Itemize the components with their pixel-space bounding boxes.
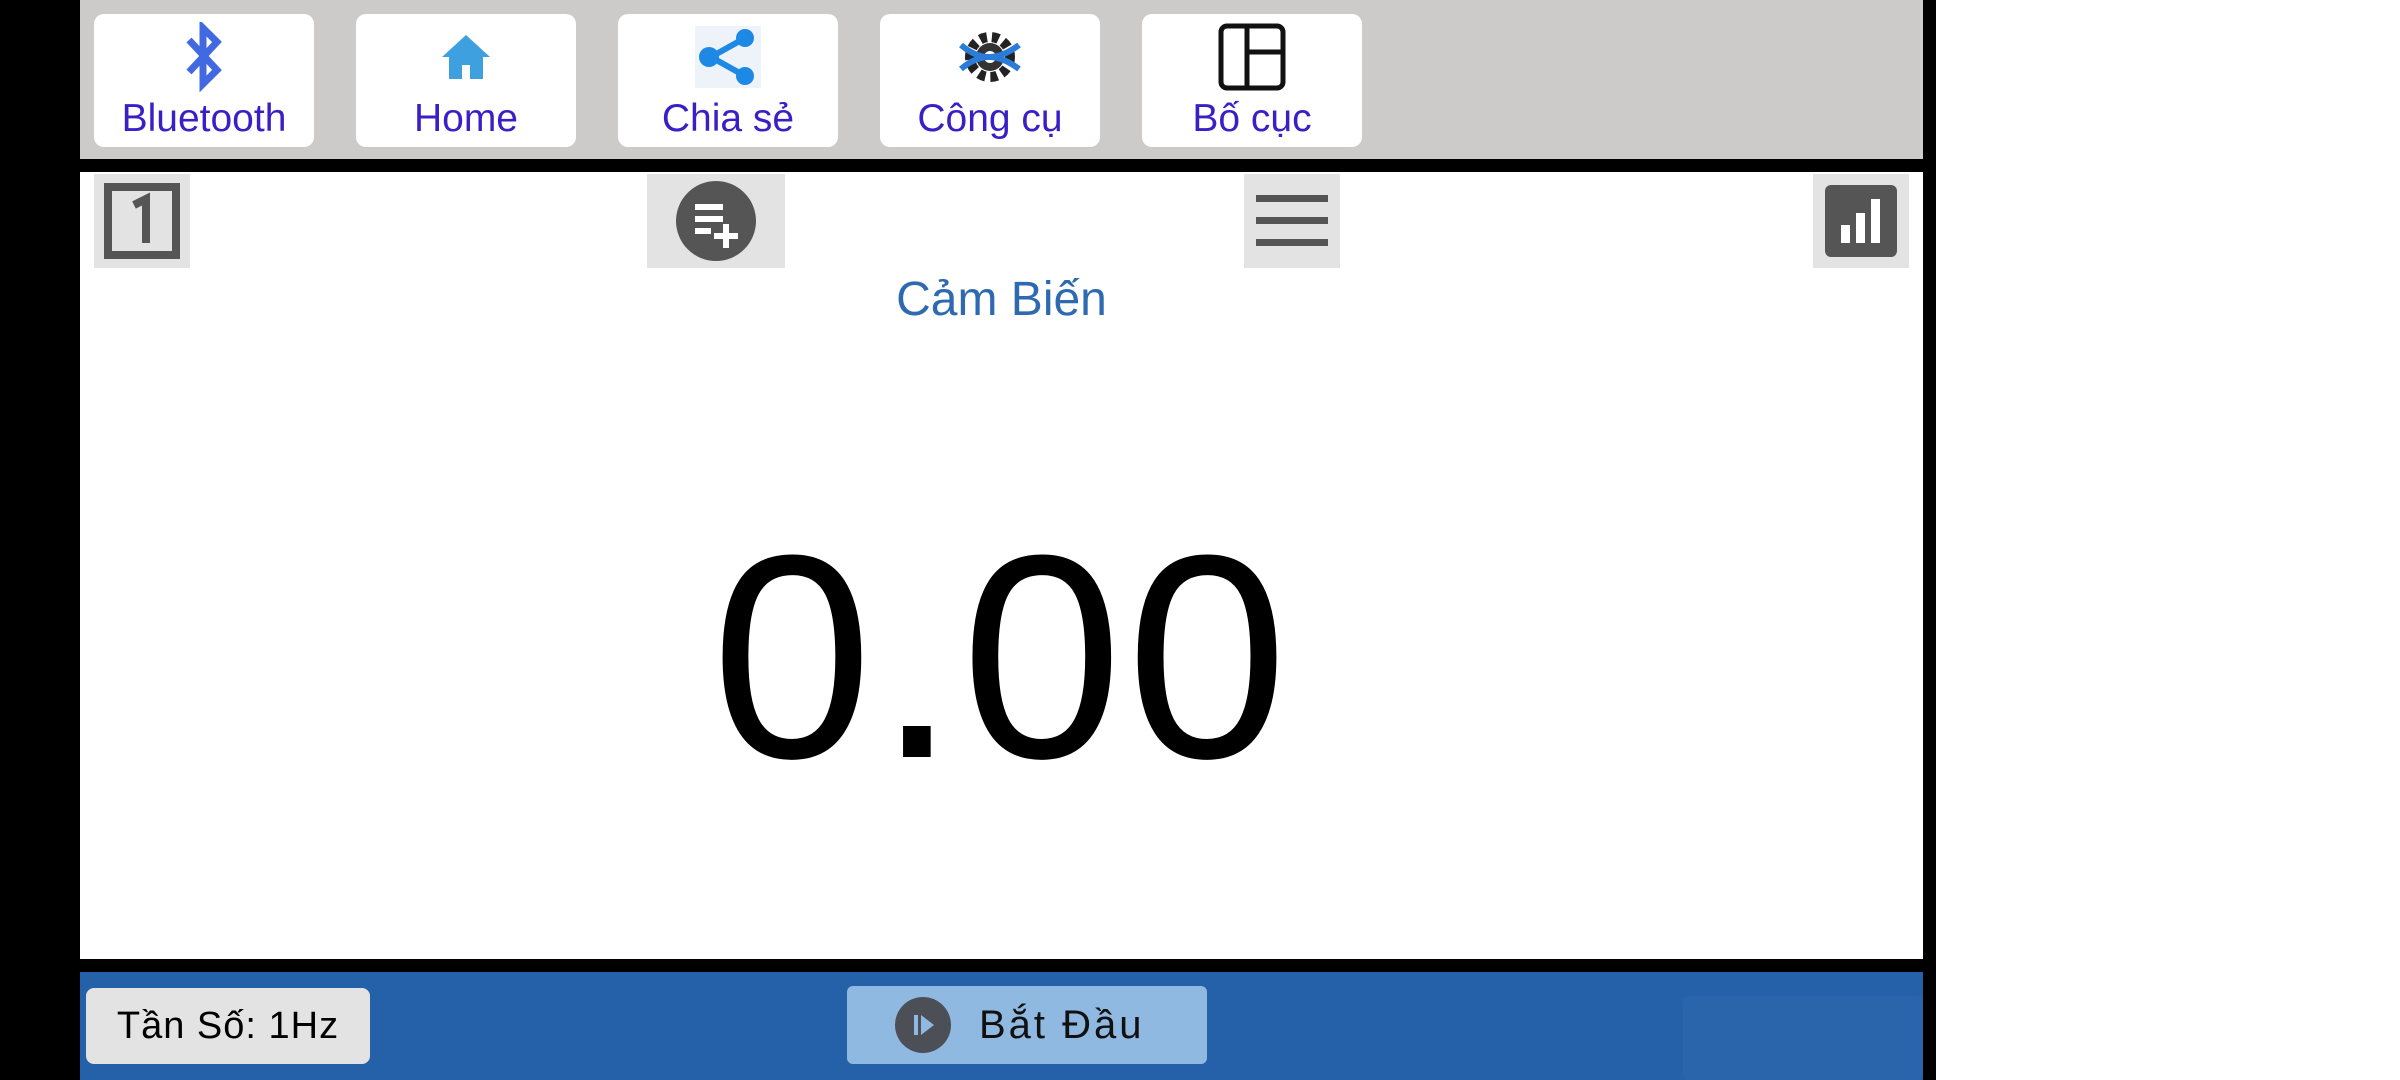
add-list-icon xyxy=(676,181,756,261)
menu-icon xyxy=(1256,195,1328,246)
start-button[interactable]: Bắt Đầu xyxy=(847,986,1207,1064)
bar-chart-icon xyxy=(1825,185,1897,257)
start-label: Bắt Đầu xyxy=(979,1002,1145,1047)
home-button[interactable]: Home xyxy=(356,14,576,147)
bluetooth-icon xyxy=(94,22,314,92)
layout-label: Bố cục xyxy=(1192,97,1312,140)
menu-button[interactable] xyxy=(1244,174,1340,268)
layout-icon xyxy=(1142,22,1362,92)
home-label: Home xyxy=(413,97,519,140)
tools-button[interactable]: Công cụ xyxy=(880,14,1100,147)
chart-button[interactable] xyxy=(1813,174,1909,268)
number-one-button[interactable] xyxy=(94,174,190,268)
top-toolbar: Bluetooth Home Chia sẻ Công cụ Bố cục xyxy=(80,0,1923,159)
share-button[interactable]: Chia sẻ xyxy=(618,14,838,147)
play-icon xyxy=(895,997,951,1053)
share-icon xyxy=(618,22,838,92)
home-icon xyxy=(356,22,576,92)
bottom-bar: Tần Số: 1Hz Bắt Đầu xyxy=(80,972,1923,1080)
sensor-title: Cảm Biến xyxy=(896,273,1107,326)
tools-icon xyxy=(880,22,1100,92)
right-edge xyxy=(1923,0,1936,1080)
bottom-right-area xyxy=(1683,996,1923,1080)
add-list-button[interactable] xyxy=(647,174,785,268)
bluetooth-button[interactable]: Bluetooth xyxy=(94,14,314,147)
bluetooth-label: Bluetooth xyxy=(121,97,287,140)
layout-button[interactable]: Bố cục xyxy=(1142,14,1362,147)
frequency-button[interactable]: Tần Số: 1Hz xyxy=(86,988,370,1064)
left-edge xyxy=(0,0,80,1080)
sensor-value: 0.00 xyxy=(711,495,1292,819)
number-one-icon xyxy=(104,183,180,259)
share-label: Chia sẻ xyxy=(661,97,795,140)
app-window: Bluetooth Home Chia sẻ Công cụ Bố cục Cả… xyxy=(80,0,1923,1080)
sensor-panel: Cảm Biến 0.00 xyxy=(80,172,1923,959)
tools-label: Công cụ xyxy=(917,97,1063,140)
